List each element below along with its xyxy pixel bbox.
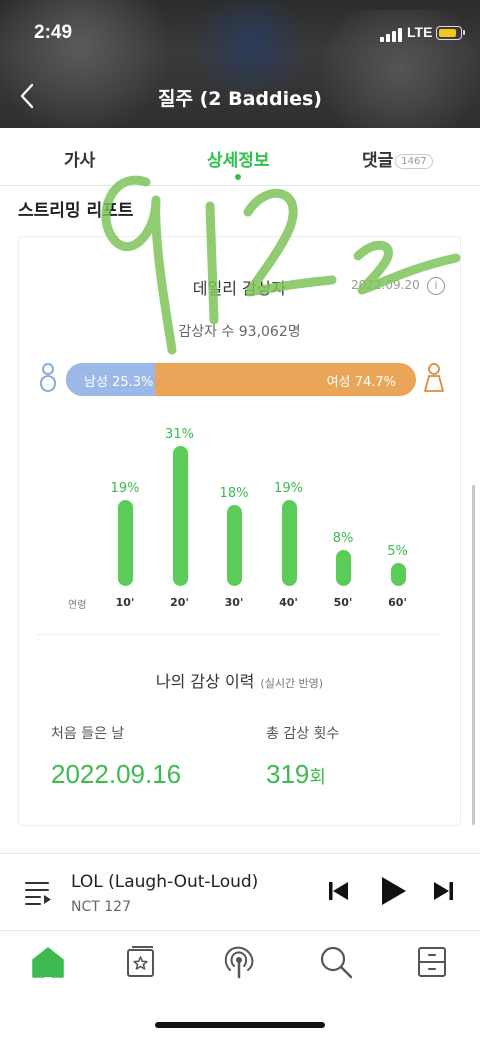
age-bar-value: 19% bbox=[110, 481, 140, 497]
age-bar-label: 50' bbox=[333, 596, 353, 609]
battery-icon bbox=[436, 26, 465, 40]
gender-ratio-bar: 남성 25.3% 여성 74.7% bbox=[66, 363, 416, 396]
age-distribution-chart: 연령 19% 10' 31% 20' 18% 30' 19% 40' 8% 50' 5% 60' bbox=[19, 417, 462, 617]
info-icon[interactable]: i bbox=[427, 277, 445, 295]
home-icon[interactable] bbox=[30, 944, 66, 980]
age-bar-fill bbox=[172, 446, 188, 586]
age-bar-value: 19% bbox=[274, 481, 303, 497]
female-ratio-label: 여성 74.7% bbox=[326, 375, 396, 390]
age-axis-label: 연령 bbox=[68, 600, 87, 611]
tab-label: 댓글 bbox=[362, 151, 394, 171]
song-title: LOL (Laugh-Out-Loud) bbox=[71, 872, 259, 892]
age-bar-2: 18% 30' bbox=[214, 417, 254, 617]
total-count-value: 319회 bbox=[266, 759, 326, 790]
total-count-label: 총 감상 횟수 bbox=[266, 726, 340, 742]
age-bar-5: 5% 60' bbox=[378, 417, 418, 617]
age-bar-fill bbox=[336, 549, 351, 586]
age-bar-label: 20' bbox=[170, 596, 189, 609]
podcast-icon[interactable] bbox=[221, 944, 257, 980]
age-bar-0: 19% 10' bbox=[105, 417, 145, 617]
age-bar-1: 31% 20' bbox=[160, 417, 200, 617]
total-count-unit: 회 bbox=[309, 767, 326, 787]
age-bar-value: 8% bbox=[332, 530, 354, 546]
tab-label: 가사 bbox=[64, 151, 96, 171]
history-title: 나의 감상 이력 (실시간 반영) bbox=[19, 668, 460, 692]
age-bar-fill bbox=[118, 500, 133, 586]
age-bar-fill bbox=[281, 500, 297, 586]
history-subtitle: (실시간 반영) bbox=[260, 677, 324, 690]
playlist-icon[interactable] bbox=[24, 878, 52, 906]
first-listen-date: 2022.09.16 bbox=[51, 759, 182, 789]
storage-box-icon[interactable] bbox=[414, 944, 450, 980]
section-title: 스트리밍 리포트 bbox=[18, 201, 134, 221]
age-bar-value: 31% bbox=[165, 427, 194, 442]
home-indicator bbox=[155, 1022, 325, 1028]
total-count-number: 319 bbox=[266, 759, 310, 789]
next-track-icon[interactable] bbox=[428, 876, 458, 906]
age-bar-fill bbox=[390, 563, 406, 586]
tab-label: 상세정보 bbox=[207, 151, 270, 171]
scrollbar[interactable] bbox=[472, 485, 475, 825]
header: 2:49 LTE 질주 (2 Baddies) bbox=[0, 0, 480, 128]
comment-count-badge: 1467 bbox=[395, 154, 433, 169]
first-listen-label: 처음 들은 날 bbox=[51, 726, 125, 742]
streaming-report-card: 데일리 감상자 2022.09.20 i 감상자 수 93,062명 남성 25… bbox=[18, 236, 461, 826]
tab-lyrics[interactable]: 가사 bbox=[64, 146, 95, 171]
male-ratio-label: 남성 25.3% bbox=[84, 375, 154, 390]
nav-bar: 질주 (2 Baddies) bbox=[0, 80, 480, 114]
library-icon[interactable] bbox=[122, 944, 158, 980]
signal-icon bbox=[380, 28, 402, 42]
history-title-text: 나의 감상 이력 bbox=[155, 672, 255, 691]
divider bbox=[37, 634, 442, 635]
previous-track-icon[interactable] bbox=[324, 876, 354, 906]
status-time: 2:49 bbox=[34, 22, 73, 43]
active-tab-indicator bbox=[235, 174, 242, 180]
male-icon bbox=[40, 363, 56, 392]
age-bar-label: 40' bbox=[279, 596, 298, 609]
tab-comments[interactable]: 댓글 1467 bbox=[362, 146, 433, 171]
female-icon bbox=[424, 363, 444, 392]
age-bar-4: 8% 50' bbox=[323, 417, 363, 617]
status-bar: 2:49 LTE bbox=[0, 22, 480, 48]
age-bar-label: 30' bbox=[224, 596, 244, 609]
age-bar-3: 19% 40' bbox=[269, 417, 309, 617]
page-title: 질주 (2 Baddies) bbox=[158, 88, 322, 110]
report-date: 2022.09.20 bbox=[351, 278, 420, 292]
age-bar-label: 10' bbox=[115, 596, 135, 609]
tab-bar: 가사 상세정보 댓글 1467 bbox=[0, 128, 480, 186]
search-icon[interactable] bbox=[318, 944, 354, 980]
mini-player[interactable]: LOL (Laugh-Out-Loud) NCT 127 bbox=[0, 853, 480, 931]
age-bar-value: 18% bbox=[219, 485, 249, 501]
artist-name: NCT 127 bbox=[71, 899, 131, 915]
age-bar-fill bbox=[227, 504, 242, 586]
age-bar-value: 5% bbox=[387, 544, 408, 560]
play-icon[interactable] bbox=[376, 874, 410, 908]
network-type: LTE bbox=[407, 24, 433, 40]
tab-details[interactable]: 상세정보 bbox=[207, 146, 270, 180]
age-bar-label: 60' bbox=[388, 596, 407, 609]
listener-count: 감상자 수 93,062명 bbox=[178, 324, 301, 340]
gender-ratio: 남성 25.3% 여성 74.7% bbox=[37, 362, 445, 398]
